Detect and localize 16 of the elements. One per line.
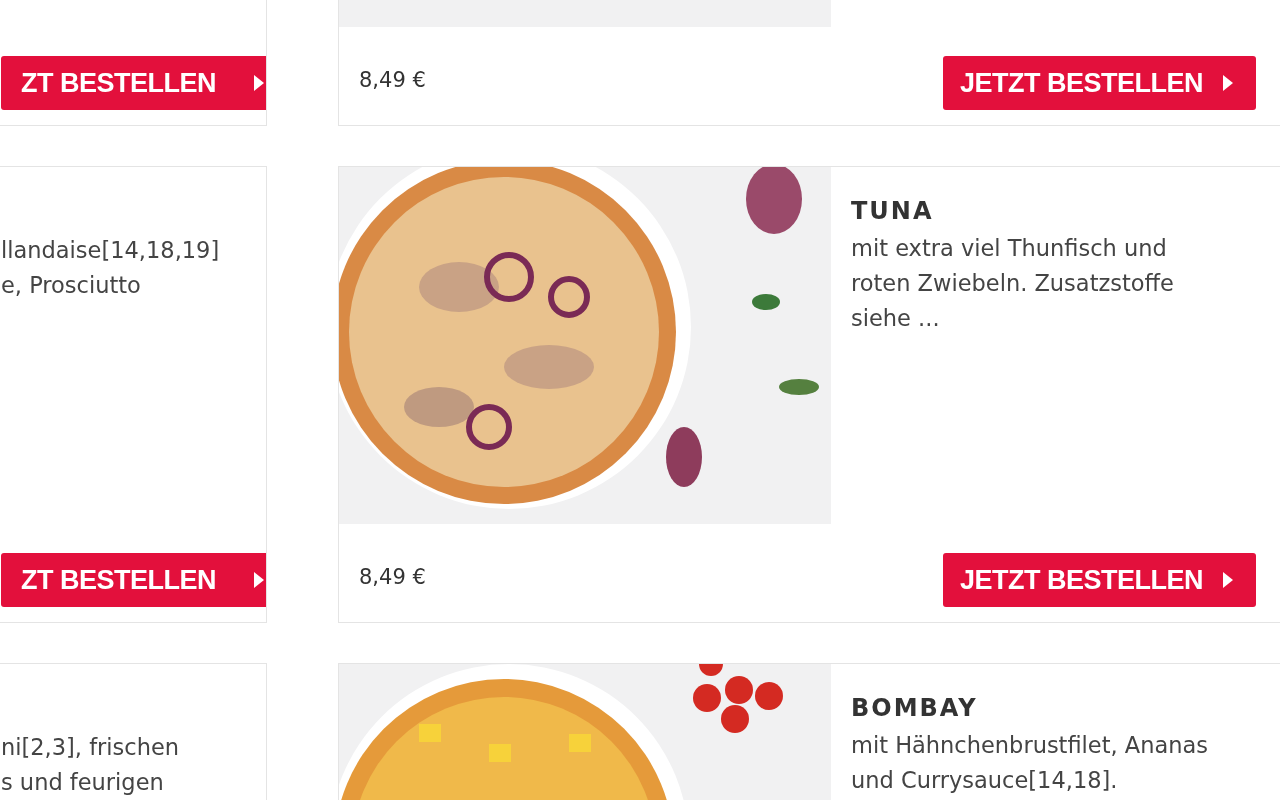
product-price: 8,49 € <box>359 68 426 92</box>
order-button[interactable]: ZT BESTELLEN <box>1 553 266 607</box>
product-description: llandaise[14,18,19] e, Prosciutto <box>1 236 221 300</box>
caret-icon <box>253 74 265 92</box>
product-title: TUNA <box>851 197 935 225</box>
product-description: ni[2,3], frischen s und feurigen <box>1 733 181 797</box>
order-button[interactable]: JETZT BESTELLEN <box>943 553 1256 607</box>
product-price: 8,49 € <box>359 565 426 589</box>
caret-icon <box>1222 74 1234 92</box>
caret-icon <box>253 571 265 589</box>
product-description: mit Hähnchenbrustfilet, Ananas und Currysauce[14,18]. <box>851 731 1210 795</box>
product-description: mit extra viel Thunfisch und roten Zwiebeln. Zusatzstoffe siehe ... <box>851 234 1175 333</box>
order-button[interactable]: JETZT BESTELLEN <box>943 56 1256 110</box>
product-title: BOMBAY <box>851 694 979 722</box>
caret-icon <box>1222 571 1234 589</box>
order-button[interactable]: ZT BESTELLEN <box>1 56 266 110</box>
